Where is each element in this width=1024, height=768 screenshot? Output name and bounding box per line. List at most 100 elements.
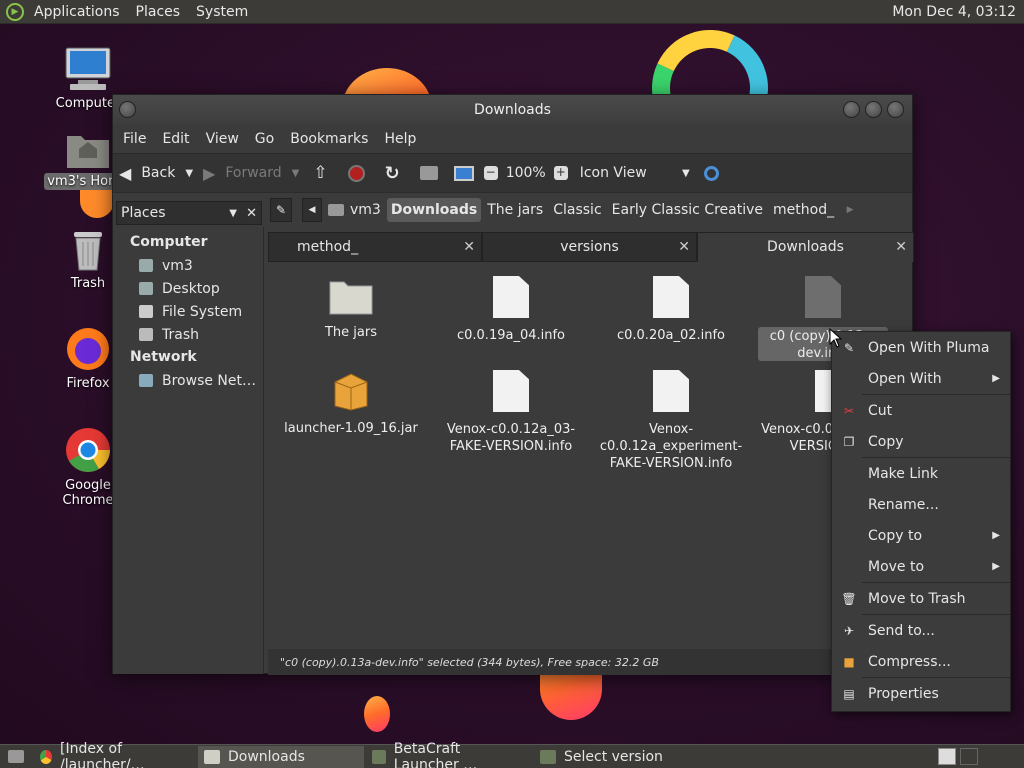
menu-help[interactable]: Help <box>376 131 424 147</box>
maximize-button[interactable] <box>865 101 882 118</box>
file-item[interactable]: Venox-c0.0.12a_experiment-FAKE-VERSION.i… <box>596 370 746 472</box>
mouse-cursor-icon <box>829 328 843 348</box>
workspace-switcher[interactable] <box>938 748 956 765</box>
search-button[interactable] <box>696 154 727 192</box>
tab-downloads[interactable]: Downloads ✕ <box>697 232 914 262</box>
file-name: Venox-c0.0.12a_03-FAKE-VERSION.info <box>446 422 576 454</box>
zoom-level[interactable]: 100% <box>502 154 550 192</box>
minimize-button[interactable] <box>843 101 860 118</box>
tab-label: method_ <box>297 239 359 255</box>
zoom-out-button[interactable]: − <box>480 154 502 192</box>
sidebar-item-file-system[interactable]: File System <box>113 300 263 323</box>
sidebar-item-label: Browse Net… <box>162 372 257 389</box>
taskbar-item-select-version[interactable]: Select version <box>534 746 700 768</box>
taskbar-item-chrome[interactable]: [Index of /launcher/… <box>34 741 196 768</box>
breadcrumb-vm3[interactable]: vm3 <box>324 198 385 222</box>
tab-versions[interactable]: versions ✕ <box>482 232 697 262</box>
close-tab-icon[interactable]: ✕ <box>678 239 690 255</box>
zoom-in-button[interactable]: + <box>550 154 572 192</box>
desktop-icon-label: Firefox <box>66 376 110 391</box>
view-mode-select[interactable]: Icon View ▼ <box>572 154 696 192</box>
breadcrumb-method[interactable]: method_ <box>769 198 838 222</box>
menu-item-label: Open With Pluma <box>868 339 990 356</box>
sidebar-item-trash[interactable]: Trash <box>113 323 263 346</box>
copy-icon: ❐ <box>843 434 855 449</box>
sidebar-type-select[interactable]: Places ▼ ✕ <box>116 201 262 225</box>
menu-view[interactable]: View <box>198 131 247 147</box>
menu-item-rename[interactable]: Rename... <box>832 489 1010 520</box>
menu-file[interactable]: File <box>115 131 154 147</box>
menu-item-compress[interactable]: ■ Compress... <box>832 646 1010 677</box>
menu-edit[interactable]: Edit <box>154 131 197 147</box>
menu-item-properties[interactable]: ▤ Properties <box>832 678 1010 709</box>
menu-item-copy-to[interactable]: Copy to ▶ <box>832 520 1010 551</box>
taskbar-item-downloads[interactable]: Downloads <box>198 745 364 768</box>
menu-item-label: Move to <box>868 558 925 575</box>
close-sidebar-icon[interactable]: ✕ <box>246 206 257 221</box>
file-item[interactable]: c0.0.20a_02.info <box>596 276 746 344</box>
close-tab-icon[interactable]: ✕ <box>463 239 475 255</box>
menu-item-label: Copy to <box>868 527 923 544</box>
tab-label: Downloads <box>767 239 844 255</box>
menu-item-move-to-trash[interactable]: 🗑 Move to Trash <box>832 583 1010 614</box>
applications-icon[interactable]: ▶ <box>6 2 24 21</box>
sidebar-section-network: Network <box>130 349 197 365</box>
file-item[interactable]: The jars <box>276 276 426 341</box>
breadcrumb-early-classic-creative[interactable]: Early Classic Creative <box>608 198 767 222</box>
java-icon <box>540 749 556 764</box>
back-button[interactable]: ◀ Back <box>113 154 181 192</box>
menu-go[interactable]: Go <box>247 131 282 147</box>
close-button[interactable] <box>887 101 904 118</box>
sidebar-item-vm3[interactable]: vm3 <box>113 254 263 277</box>
home-folder-icon <box>328 204 344 216</box>
breadcrumb-downloads[interactable]: Downloads <box>386 198 482 222</box>
home-button[interactable] <box>410 154 448 192</box>
tab-method[interactable]: method_ ✕ <box>268 232 482 262</box>
computer-button[interactable] <box>448 154 480 192</box>
submenu-arrow-icon: ▶ <box>992 530 1000 541</box>
breadcrumb-left-arrow[interactable]: ◀ <box>302 198 322 222</box>
window-menu-button[interactable] <box>119 101 136 118</box>
file-item[interactable]: c0.0.19a_04.info <box>436 276 586 344</box>
drive-icon <box>139 305 153 318</box>
stop-button[interactable] <box>338 154 375 192</box>
sidebar-item-label: Desktop <box>162 280 220 297</box>
toggle-location-button[interactable]: ✎ <box>270 198 292 222</box>
menu-item-open-with-pluma[interactable]: ✎ Open With Pluma <box>832 332 1010 363</box>
back-history-dropdown[interactable]: ▼ <box>181 154 197 192</box>
breadcrumb-classic[interactable]: Classic <box>549 198 605 222</box>
sidebar-item-desktop[interactable]: Desktop <box>113 277 263 300</box>
clock[interactable]: Mon Dec 4, 03:12 <box>892 4 1016 20</box>
taskbar-item-label: [Index of /launcher/… <box>60 740 145 768</box>
show-desktop-icon <box>8 750 24 763</box>
menu-item-copy[interactable]: ❐ Copy <box>832 426 1010 457</box>
workspace-switcher-empty[interactable] <box>960 748 978 765</box>
sidebar-item-browse-network[interactable]: Browse Net… <box>113 369 263 392</box>
menu-item-send-to[interactable]: ✈ Send to... <box>832 615 1010 646</box>
breadcrumb-right-arrow[interactable]: ▶ <box>840 198 860 222</box>
close-tab-icon[interactable]: ✕ <box>895 239 907 255</box>
file-item[interactable]: launcher-1.09_16.jar <box>276 370 426 437</box>
file-view[interactable]: The jars c0.0.19a_04.info c0.0.20a_02.in… <box>268 262 912 649</box>
system-menu[interactable]: System <box>188 4 256 20</box>
forward-button[interactable]: ▶ Forward <box>197 154 288 192</box>
file-item[interactable]: Venox-c0.0.12a_03-FAKE-VERSION.info <box>436 370 586 455</box>
menu-bookmarks[interactable]: Bookmarks <box>282 131 376 147</box>
menu-item-make-link[interactable]: Make Link <box>832 458 1010 489</box>
pencil-icon: ✎ <box>275 203 287 217</box>
places-menu[interactable]: Places <box>128 4 189 20</box>
menu-item-move-to[interactable]: Move to ▶ <box>832 551 1010 582</box>
applications-menu[interactable]: Applications <box>26 4 128 20</box>
breadcrumb-the-jars[interactable]: The jars <box>483 198 547 222</box>
show-desktop-button[interactable] <box>0 746 32 768</box>
menu-item-cut[interactable]: ✂ Cut <box>832 395 1010 426</box>
trash-icon <box>74 232 102 271</box>
up-button[interactable]: ⇧ <box>303 154 337 192</box>
taskbar-item-betacraft[interactable]: BetaCraft Launcher … <box>366 741 532 768</box>
forward-history-dropdown[interactable]: ▼ <box>288 154 304 192</box>
home-folder-icon <box>67 136 109 168</box>
scissors-icon: ✂ <box>843 403 855 418</box>
window-titlebar[interactable]: Downloads <box>113 95 912 125</box>
reload-button[interactable]: ↻ <box>375 154 410 192</box>
menu-item-open-with[interactable]: Open With ▶ <box>832 363 1010 394</box>
